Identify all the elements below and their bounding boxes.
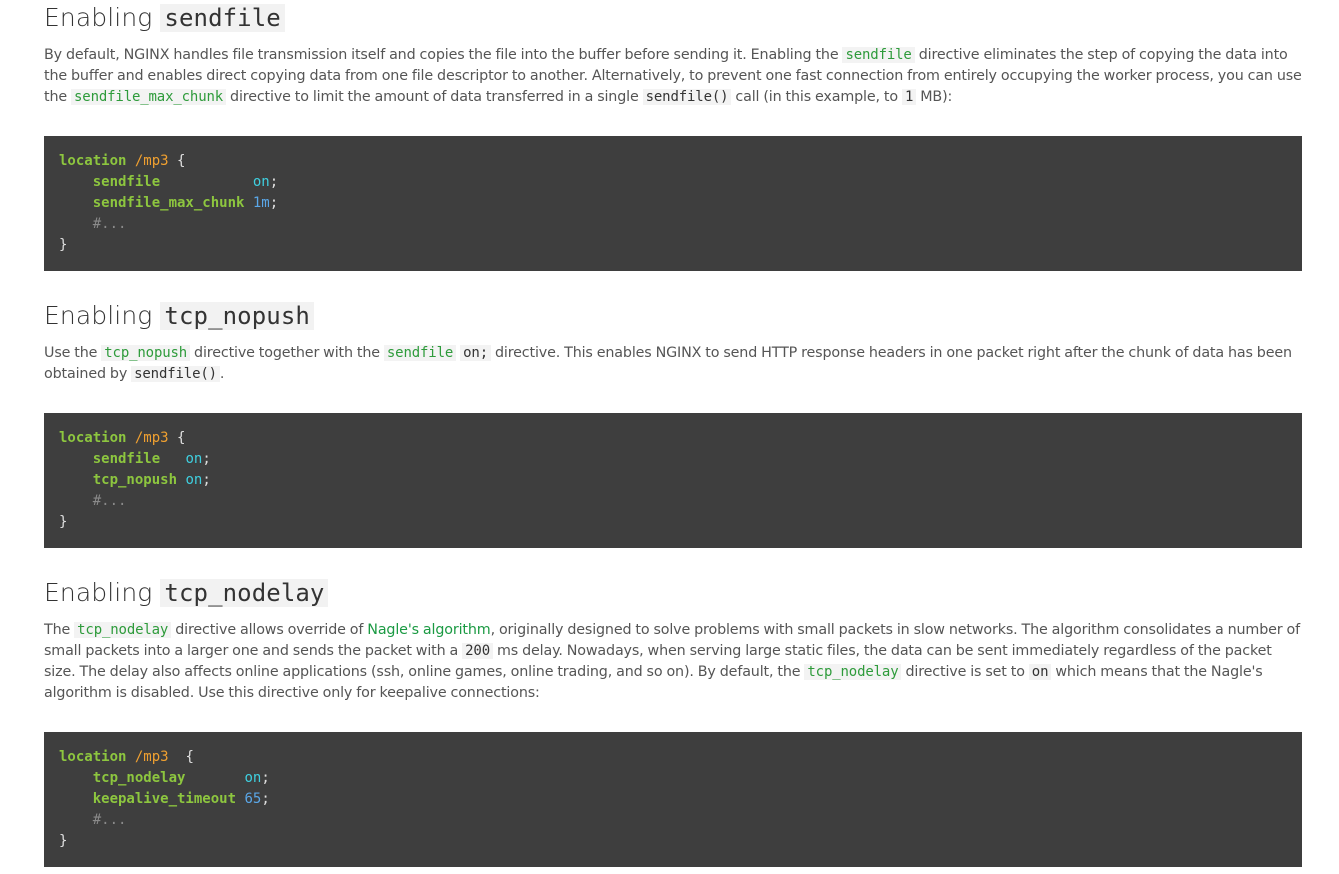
code-directive: sendfile <box>92 174 161 190</box>
code-line: } <box>59 235 1287 256</box>
section-tcp-nodelay: Enabling tcp_nodelay <box>44 577 1302 609</box>
code-semicolon: ; <box>202 451 211 467</box>
inline-code: 1 <box>901 89 917 105</box>
code-brace: } <box>59 237 68 253</box>
heading-code: tcp_nodelay <box>160 579 329 607</box>
nagles-algorithm-link[interactable]: Nagle's algorithm <box>367 622 490 638</box>
heading-text: Enabling <box>44 3 161 32</box>
code-line: } <box>59 512 1287 533</box>
text: directive allows override of <box>171 622 368 638</box>
code-comment: #... <box>92 216 127 232</box>
code-brace: { <box>168 749 194 765</box>
code-line: } <box>59 831 1287 852</box>
code-semicolon: ; <box>202 472 211 488</box>
paragraph-tcp-nodelay-container: The tcp_nodelay directive allows overrid… <box>44 620 1302 704</box>
inline-code: tcp_nodelay <box>74 622 172 638</box>
paragraph-tcp-nopush-container: Use the tcp_nopush directive together wi… <box>44 343 1302 385</box>
inline-code: on <box>1028 664 1052 680</box>
heading-code: sendfile <box>160 4 285 32</box>
code-brace: { <box>168 153 186 169</box>
code-line: sendfile on; <box>59 449 1287 470</box>
code-brace: { <box>168 430 186 446</box>
inline-code: sendfile() <box>642 89 732 105</box>
code-directive: tcp_nopush <box>92 472 178 488</box>
heading-code: tcp_nopush <box>160 302 314 330</box>
section-tcp-nopush: Enabling tcp_nopush <box>44 300 1302 332</box>
paragraph-sendfile-container: By default, NGINX handles file transmiss… <box>44 45 1302 108</box>
text: The <box>44 622 75 638</box>
text: By default, NGINX handles file transmiss… <box>44 47 843 63</box>
code-block-tcp-nodelay: location /mp3 { tcp_nodelay on; keepaliv… <box>44 732 1302 867</box>
text: directive to limit the amount of data tr… <box>226 89 643 105</box>
code-path: /mp3 <box>134 749 169 765</box>
heading-tcp-nopush: Enabling tcp_nopush <box>44 300 1302 332</box>
code-block-sendfile: location /mp3 { sendfile on; sendfile_ma… <box>44 136 1302 271</box>
code-comment: #... <box>92 812 127 828</box>
text: directive together with the <box>190 345 384 361</box>
code-line: location /mp3 { <box>59 747 1287 768</box>
code-semicolon: ; <box>261 791 270 807</box>
heading-sendfile: Enabling sendfile <box>44 2 1302 34</box>
code-block-tcp-nopush: location /mp3 { sendfile on; tcp_nopush … <box>44 413 1302 548</box>
code-line: keepalive_timeout 65; <box>59 789 1287 810</box>
code-value: on <box>185 451 203 467</box>
text: MB): <box>916 89 953 105</box>
code-value: 1m <box>252 195 270 211</box>
inline-code: sendfile <box>383 345 457 361</box>
code-value: on <box>185 472 203 488</box>
code-directive: tcp_nodelay <box>92 770 186 786</box>
code-semicolon: ; <box>269 195 279 211</box>
inline-code: 200 <box>462 643 493 659</box>
heading-text: Enabling <box>44 578 161 607</box>
code-value: 65 <box>244 791 262 807</box>
paragraph-tcp-nodelay: The tcp_nodelay directive allows overrid… <box>44 620 1302 704</box>
inline-code: tcp_nodelay <box>804 664 902 680</box>
paragraph-tcp-nopush: Use the tcp_nopush directive together wi… <box>44 343 1302 385</box>
code-brace: } <box>59 514 68 530</box>
code-directive: keepalive_timeout <box>92 791 237 807</box>
code-semicolon: ; <box>261 770 270 786</box>
code-line: location /mp3 { <box>59 428 1287 449</box>
code-line: sendfile_max_chunk 1m; <box>59 193 1287 214</box>
inline-code: sendfile <box>842 47 915 63</box>
code-line: #... <box>59 214 1287 235</box>
code-semicolon: ; <box>269 174 279 190</box>
code-comment: #... <box>92 493 127 509</box>
inline-code: sendfile_max_chunk <box>71 89 227 105</box>
text: call (in this example, to <box>731 89 902 105</box>
code-keyword: location <box>59 430 127 446</box>
code-directive: sendfile <box>92 451 161 467</box>
inline-code: tcp_nopush <box>101 345 191 361</box>
code-keyword: location <box>59 153 127 169</box>
code-directive: sendfile_max_chunk <box>92 195 245 211</box>
code-line: tcp_nopush on; <box>59 470 1287 491</box>
code-path: /mp3 <box>134 153 169 169</box>
code-value: on <box>244 770 262 786</box>
code-line: #... <box>59 491 1287 512</box>
text: . <box>219 366 225 382</box>
text: Use the <box>44 345 102 361</box>
text: directive is set to <box>901 664 1029 680</box>
inline-code: sendfile() <box>131 366 220 382</box>
code-line: #... <box>59 810 1287 831</box>
heading-text: Enabling <box>44 301 161 330</box>
paragraph-sendfile: By default, NGINX handles file transmiss… <box>44 45 1302 108</box>
inline-code: on; <box>460 345 491 361</box>
code-value: on <box>252 174 270 190</box>
heading-tcp-nodelay: Enabling tcp_nodelay <box>44 577 1302 609</box>
code-line: sendfile on; <box>59 172 1287 193</box>
code-line: tcp_nodelay on; <box>59 768 1287 789</box>
code-line: location /mp3 { <box>59 151 1287 172</box>
code-keyword: location <box>59 749 127 765</box>
code-brace: } <box>59 833 68 849</box>
section-sendfile: Enabling sendfile <box>44 2 1302 34</box>
code-path: /mp3 <box>134 430 169 446</box>
